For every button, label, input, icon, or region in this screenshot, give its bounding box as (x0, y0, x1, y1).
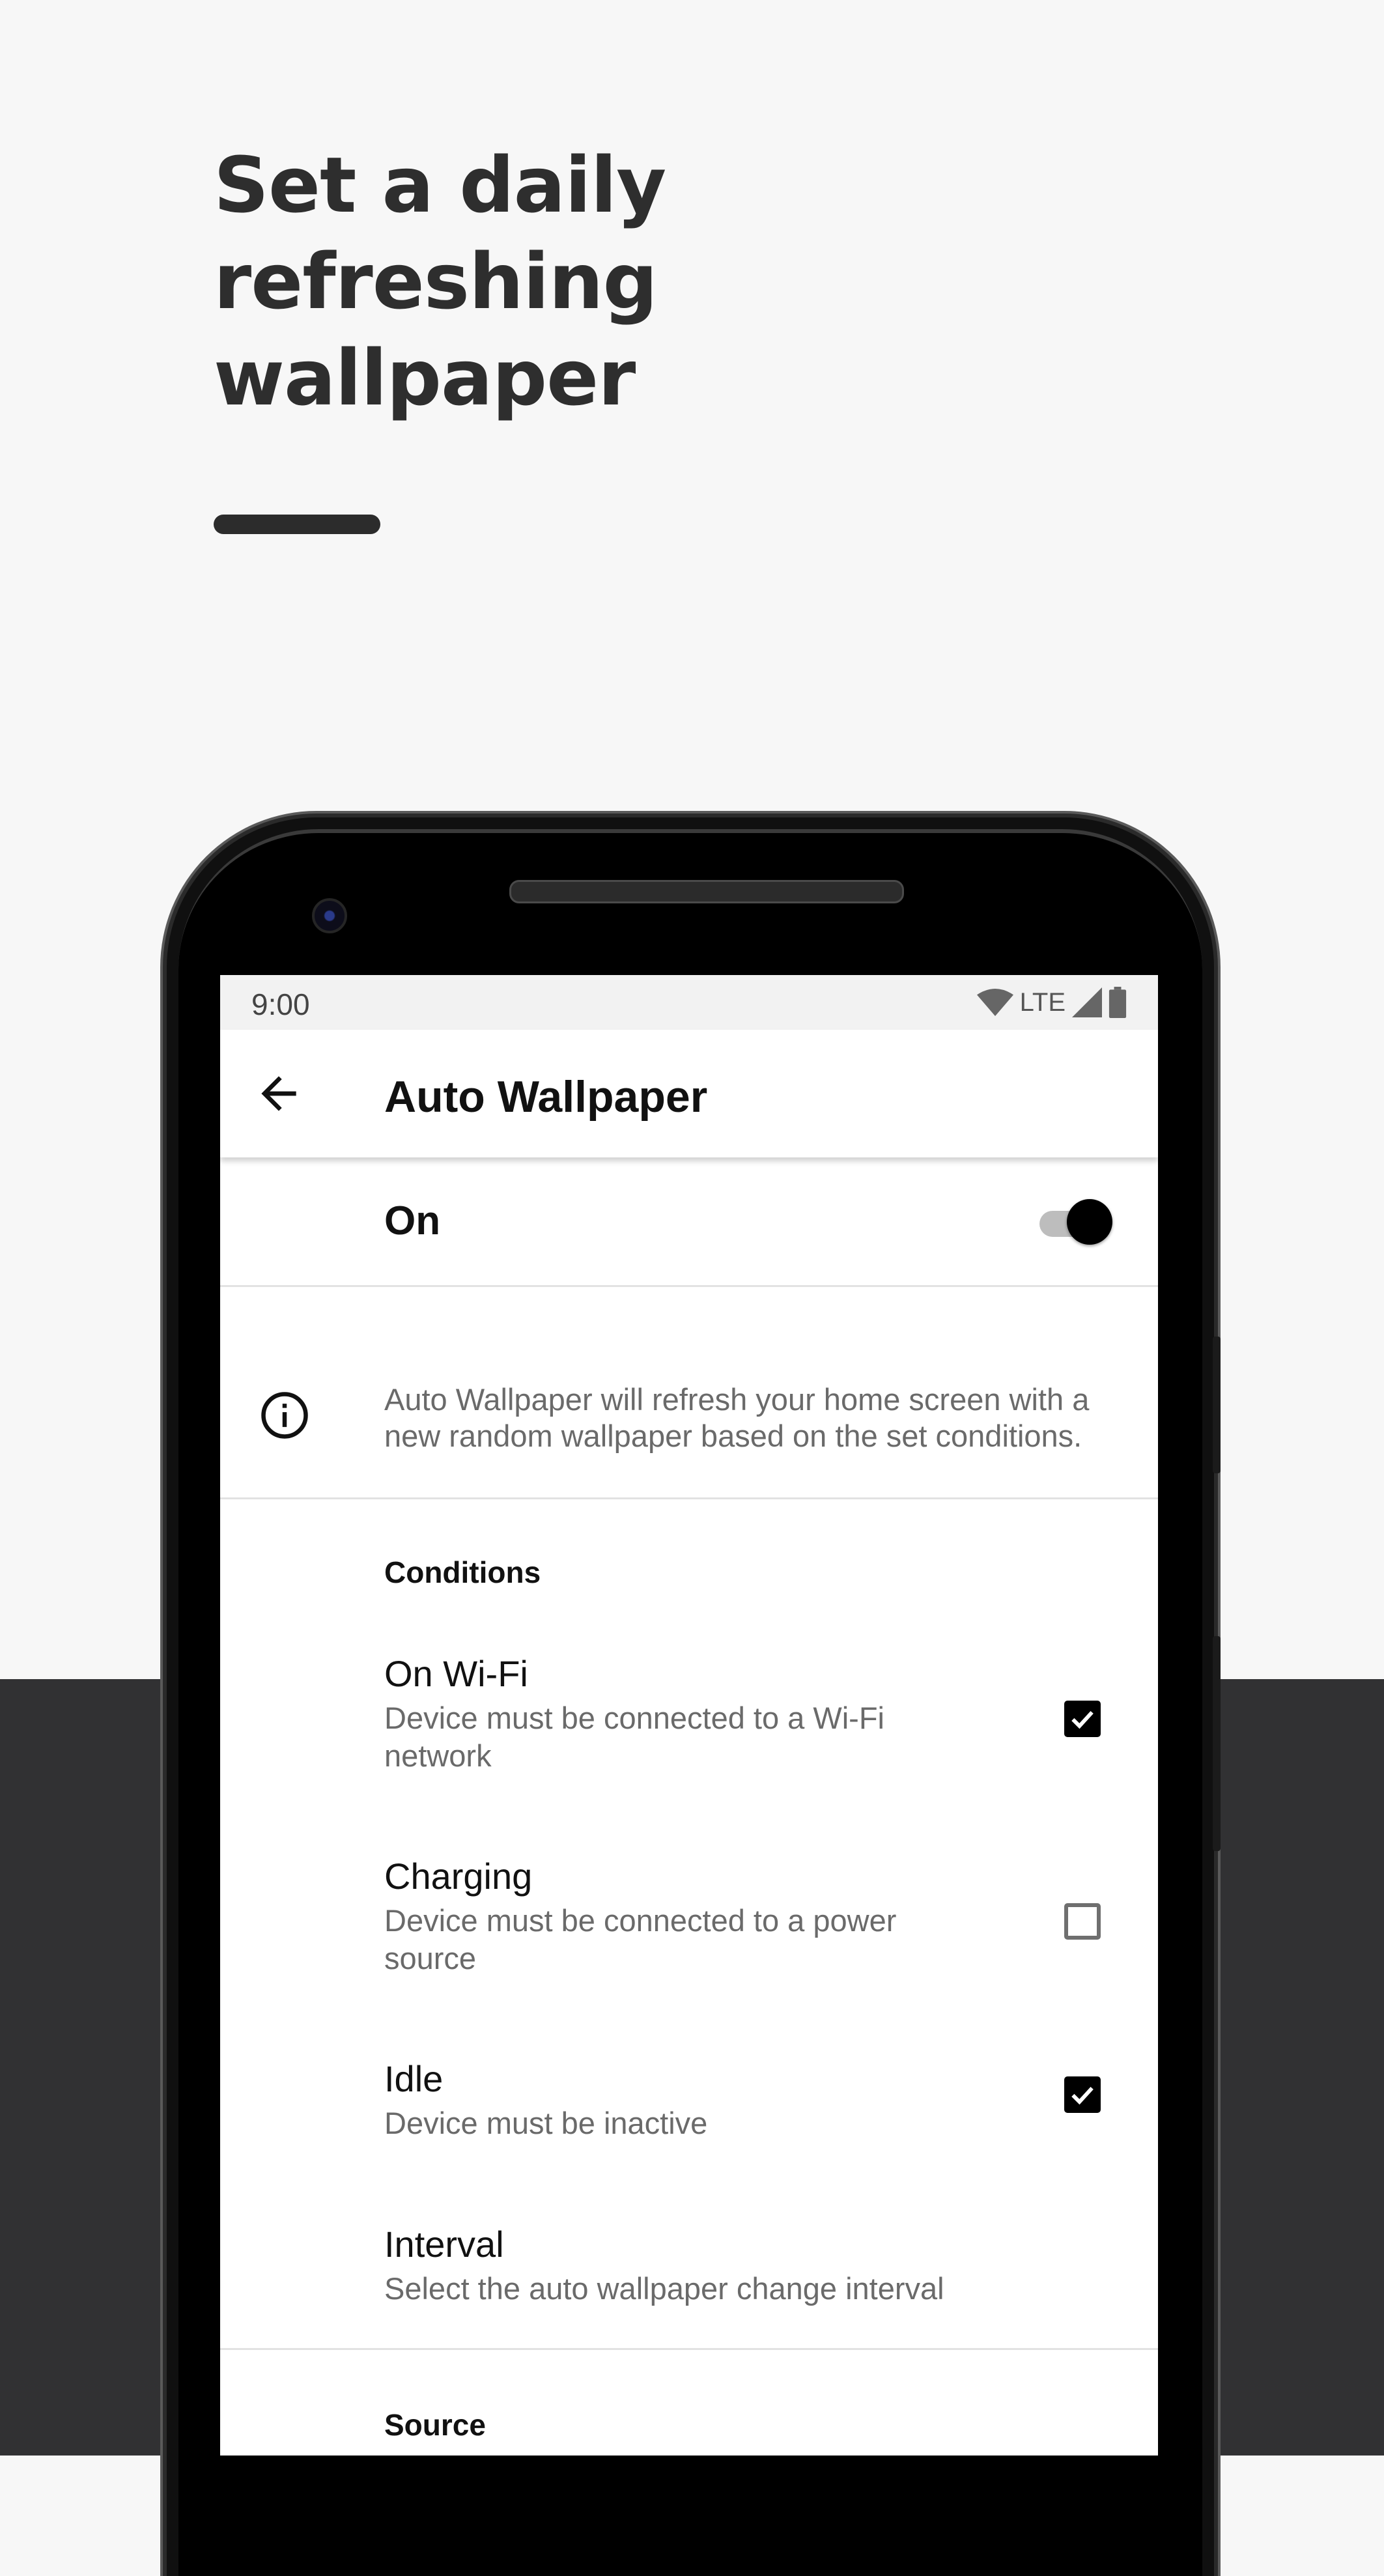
condition-charging-title: Charging (384, 1856, 533, 1897)
volume-button (1213, 1636, 1221, 1851)
headline-line-2: refreshing (214, 236, 658, 326)
master-toggle-switch[interactable] (1034, 1196, 1112, 1246)
phone-screen: 9:00 LTE Auto Wallpaper On Auto Wallpape… (220, 975, 1158, 2456)
charging-checkbox[interactable] (1064, 1903, 1101, 1940)
promo-headline: Set a daily refreshing wallpaper (214, 137, 800, 426)
switch-thumb (1067, 1199, 1112, 1245)
condition-idle-title: Idle (384, 2058, 444, 2099)
app-bar: Auto Wallpaper (220, 1030, 1158, 1157)
front-camera (312, 898, 347, 933)
headline-line-3: wallpaper (214, 333, 636, 423)
condition-wifi-summary: Device must be connected to a Wi-Fi netw… (384, 1701, 884, 1773)
condition-idle-summary: Device must be inactive (384, 2106, 708, 2140)
earpiece-speaker (509, 880, 904, 903)
status-icons: LTE (976, 985, 1127, 1019)
idle-checkbox[interactable] (1064, 2076, 1101, 2113)
wifi-icon (976, 989, 1013, 1016)
info-block: Auto Wallpaper will refresh your home sc… (220, 1285, 1158, 1499)
info-text: Auto Wallpaper will refresh your home sc… (384, 1382, 1090, 1453)
wifi-checkbox[interactable] (1064, 1701, 1101, 1737)
condition-interval-title: Interval (384, 2224, 504, 2265)
source-section-title: Source (384, 2408, 486, 2442)
info-icon (261, 1392, 308, 1439)
condition-interval-summary: Select the auto wallpaper change interva… (384, 2271, 944, 2306)
status-time: 9:00 (251, 987, 310, 1021)
condition-wifi-title: On Wi-Fi (384, 1653, 528, 1694)
condition-interval-item[interactable]: Interval Select the auto wallpaper chang… (220, 2223, 1158, 2327)
power-button (1213, 1337, 1221, 1473)
cell-signal-icon (1072, 987, 1102, 1017)
status-bar: 9:00 LTE (220, 975, 1158, 1030)
check-icon (1071, 2086, 1094, 2105)
condition-charging-summary: Device must be connected to a power sour… (384, 1903, 897, 1975)
condition-wifi-item[interactable]: On Wi-Fi Device must be connected to a W… (220, 1652, 1158, 1796)
app-bar-title: Auto Wallpaper (384, 1072, 708, 1122)
back-button[interactable] (253, 1068, 305, 1120)
conditions-section-title: Conditions (384, 1555, 541, 1589)
arrow-back-icon (261, 1076, 296, 1111)
master-switch-row[interactable]: On (220, 1157, 1158, 1287)
check-icon (1071, 1710, 1094, 1729)
condition-idle-item[interactable]: Idle Device must be inactive (220, 2058, 1158, 2162)
headline-underline (214, 515, 380, 534)
battery-icon (1109, 987, 1127, 1018)
condition-charging-item[interactable]: Charging Device must be connected to a p… (220, 1855, 1158, 1998)
section-divider (220, 2348, 1158, 2350)
master-switch-label: On (384, 1198, 441, 1243)
network-type-label: LTE (1019, 987, 1066, 1017)
headline-line-1: Set a daily (214, 140, 666, 230)
